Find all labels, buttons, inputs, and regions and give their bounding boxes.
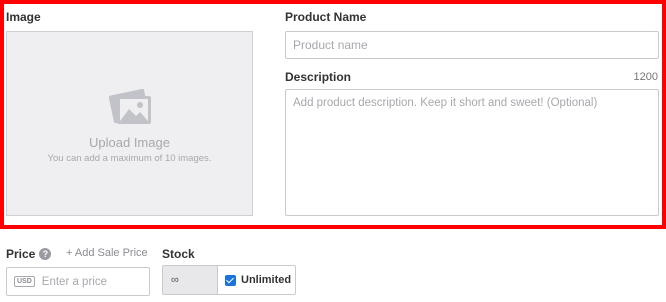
upload-subtitle: You can add a maximum of 10 images. bbox=[47, 153, 212, 164]
unlimited-toggle[interactable]: Unlimited bbox=[218, 266, 295, 294]
product-name-label: Product Name bbox=[285, 10, 367, 24]
image-label: Image bbox=[6, 10, 41, 24]
unlimited-checkbox[interactable] bbox=[225, 274, 236, 286]
stock-quantity-input[interactable]: ∞ bbox=[163, 266, 218, 294]
image-icon bbox=[108, 88, 151, 124]
add-sale-price-link[interactable]: + Add Sale Price bbox=[66, 247, 148, 259]
stock-field: ∞ Unlimited bbox=[162, 265, 296, 295]
description-textarea[interactable] bbox=[285, 89, 659, 216]
image-upload-dropzone[interactable]: Upload Image You can add a maximum of 10… bbox=[6, 31, 253, 216]
stock-label: Stock bbox=[162, 247, 195, 261]
description-char-limit: 1200 bbox=[633, 71, 658, 83]
price-label: Price bbox=[6, 247, 36, 261]
upload-title: Upload Image bbox=[89, 135, 170, 150]
description-label: Description bbox=[285, 70, 352, 84]
unlimited-label: Unlimited bbox=[241, 274, 292, 286]
product-name-input[interactable] bbox=[285, 31, 659, 59]
help-icon[interactable]: ? bbox=[39, 248, 52, 260]
price-field[interactable]: USD bbox=[6, 267, 150, 296]
price-label-group: Price ? bbox=[6, 247, 52, 261]
currency-badge: USD bbox=[14, 276, 35, 287]
price-input[interactable] bbox=[41, 275, 142, 288]
